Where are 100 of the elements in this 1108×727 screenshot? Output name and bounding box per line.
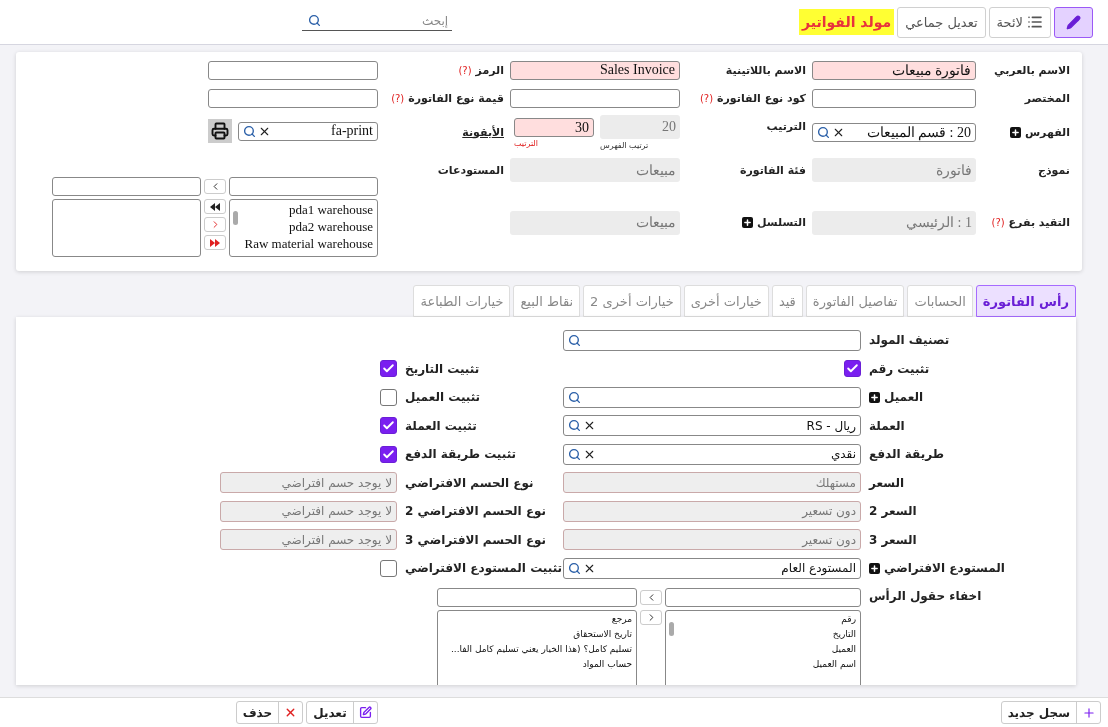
checkbox[interactable] (380, 417, 397, 435)
text-field[interactable] (208, 88, 378, 108)
field-label: المستودع الافتراضي (884, 561, 1005, 576)
field-label: تثبيت رقم (869, 361, 930, 376)
help-mark[interactable]: (?) (391, 92, 405, 104)
list-item[interactable]: Raw material warehouse (240, 235, 373, 252)
text-field[interactable]: فاتورة مبيعات (812, 60, 976, 80)
checkbox[interactable] (380, 360, 397, 378)
add-icon[interactable] (869, 391, 880, 403)
lookup-field[interactable]: 20 : قسم المبيعات (812, 122, 976, 142)
delete-button[interactable]: حذف (235, 701, 304, 724)
field-label: قيمة نوع الفاتورة (408, 91, 504, 105)
field-label: الترتيب (766, 120, 806, 133)
tab[interactable]: خيارات أخرى 2 (583, 285, 681, 317)
move-all-left-button[interactable] (204, 199, 226, 214)
lookup-field[interactable] (563, 386, 861, 408)
double-arrow-icon (210, 238, 220, 247)
text-field: دون تسعير (563, 500, 861, 522)
list-item[interactable]: اسم العميل (676, 656, 856, 672)
field-label: تثبيت العملة (405, 418, 477, 433)
field-label: التسلسل (756, 216, 806, 229)
list-item[interactable]: العميل (676, 641, 856, 657)
list-item[interactable]: رقم (676, 611, 856, 627)
checkbox[interactable] (380, 388, 397, 406)
edit-button[interactable]: تعديل (306, 701, 378, 724)
tab[interactable]: خيارات الطباعة (413, 285, 511, 317)
options-list[interactable]: pda1 warehouse pda2 warehouse Raw material warehouse (229, 199, 378, 257)
field-label: تثبيت المستودع الافتراضي (405, 561, 563, 576)
tab[interactable]: الحسابات (907, 285, 973, 317)
tab[interactable]: تفاصيل الفاتورة (805, 285, 905, 317)
add-icon[interactable] (869, 562, 880, 574)
help-mark[interactable]: (?) (699, 92, 714, 104)
field-label: المستودعات (436, 163, 505, 177)
lookup-field[interactable] (563, 329, 861, 351)
lookup-field[interactable]: fa-print (238, 121, 378, 141)
number-field: 20 (600, 115, 680, 139)
search-icon[interactable] (817, 125, 830, 139)
search-icon[interactable] (243, 124, 256, 138)
filter-field[interactable] (229, 177, 378, 196)
tab[interactable]: خيارات أخرى (683, 285, 769, 317)
list-item[interactable]: تاريخ الاستحقاق (448, 626, 632, 642)
search-field[interactable]: إبحث (302, 13, 453, 31)
text-field: مبيعات (510, 210, 680, 235)
lookup-field[interactable]: المستودع العام (563, 557, 861, 579)
edit-button[interactable] (1054, 6, 1093, 38)
text-field[interactable] (510, 88, 680, 108)
search-icon[interactable] (568, 447, 581, 461)
field-label: العميل (884, 390, 924, 405)
new-button[interactable]: سجل جديد (1000, 701, 1101, 724)
tab[interactable]: قيد (771, 285, 803, 317)
text-field: لا يوجد حسم افتراضي (220, 500, 397, 522)
filter-field[interactable] (437, 587, 637, 607)
field-label: طريقة الدفع (869, 447, 944, 462)
field-label: نموذج (1038, 163, 1070, 177)
field-label: نوع الحسم الافتراضي 3 (405, 532, 547, 547)
field-label: نوع الحسم الافتراضي (405, 475, 534, 490)
text-field[interactable] (812, 88, 976, 108)
list-item[interactable]: pda1 warehouse (240, 201, 373, 218)
field-caption: الترتيب (514, 139, 539, 148)
checkbox[interactable] (380, 559, 397, 577)
field-label: الرمز (475, 63, 504, 77)
lookup-field[interactable]: ريال - RS (563, 415, 861, 437)
text-field[interactable]: Sales Invoice (510, 60, 680, 80)
checkbox[interactable] (844, 360, 861, 378)
list-item[interactable]: pda2 warehouse (240, 218, 373, 235)
search-icon[interactable] (568, 333, 581, 347)
chosen-list[interactable]: مرجع تاريخ الاستحقاق تسليم كامل؟ (هذا الخيار يعني تسليم كامل الفا... حساب المواد (437, 609, 637, 685)
list-item[interactable]: تسليم كامل؟ (هذا الخيار يعني تسليم كامل الفا... (448, 641, 632, 657)
options-list[interactable]: رقم التاريخ العميل اسم العميل (665, 609, 861, 685)
double-arrow-icon (210, 202, 220, 211)
search-icon[interactable] (568, 561, 581, 575)
page-title: مولد الفواتير (799, 9, 895, 35)
field-label: الاسم بالعربي (994, 63, 1070, 77)
field-caption: ترتيب الفهرس (600, 141, 650, 150)
checkbox[interactable] (380, 445, 397, 463)
add-icon[interactable] (1009, 126, 1021, 138)
search-icon[interactable] (568, 390, 581, 404)
number-field[interactable]: 30 (514, 118, 594, 137)
tab[interactable]: رأس الفاتورة (975, 285, 1076, 317)
text-field: لا يوجد حسم افتراضي (220, 529, 397, 551)
bulk-edit-button[interactable]: تعديل جماعي (897, 6, 986, 38)
list-item[interactable]: التاريخ (676, 626, 856, 642)
filter-field[interactable] (52, 177, 201, 196)
list-item[interactable]: حساب المواد (448, 656, 632, 672)
search-icon[interactable] (568, 419, 581, 433)
filter-field[interactable] (665, 587, 861, 607)
printer-icon[interactable] (208, 118, 232, 143)
text-field: لا يوجد حسم افتراضي (220, 472, 397, 494)
field-label: تثبيت طريقة الدفع (405, 447, 517, 462)
text-field: دون تسعير (563, 529, 861, 551)
list-button[interactable]: لائحة (988, 6, 1051, 38)
text-field[interactable] (208, 60, 378, 80)
field-link[interactable]: الأيقونة (462, 125, 504, 139)
list-item[interactable]: مرجع (448, 611, 632, 627)
tab[interactable]: نقاط البيع (513, 285, 581, 317)
text-field: مبيعات (510, 158, 680, 182)
help-mark[interactable]: (?) (458, 64, 472, 76)
field-label: السعر (869, 475, 905, 490)
move-all-right-button[interactable] (204, 235, 226, 250)
lookup-field[interactable]: نقدي (563, 443, 861, 465)
